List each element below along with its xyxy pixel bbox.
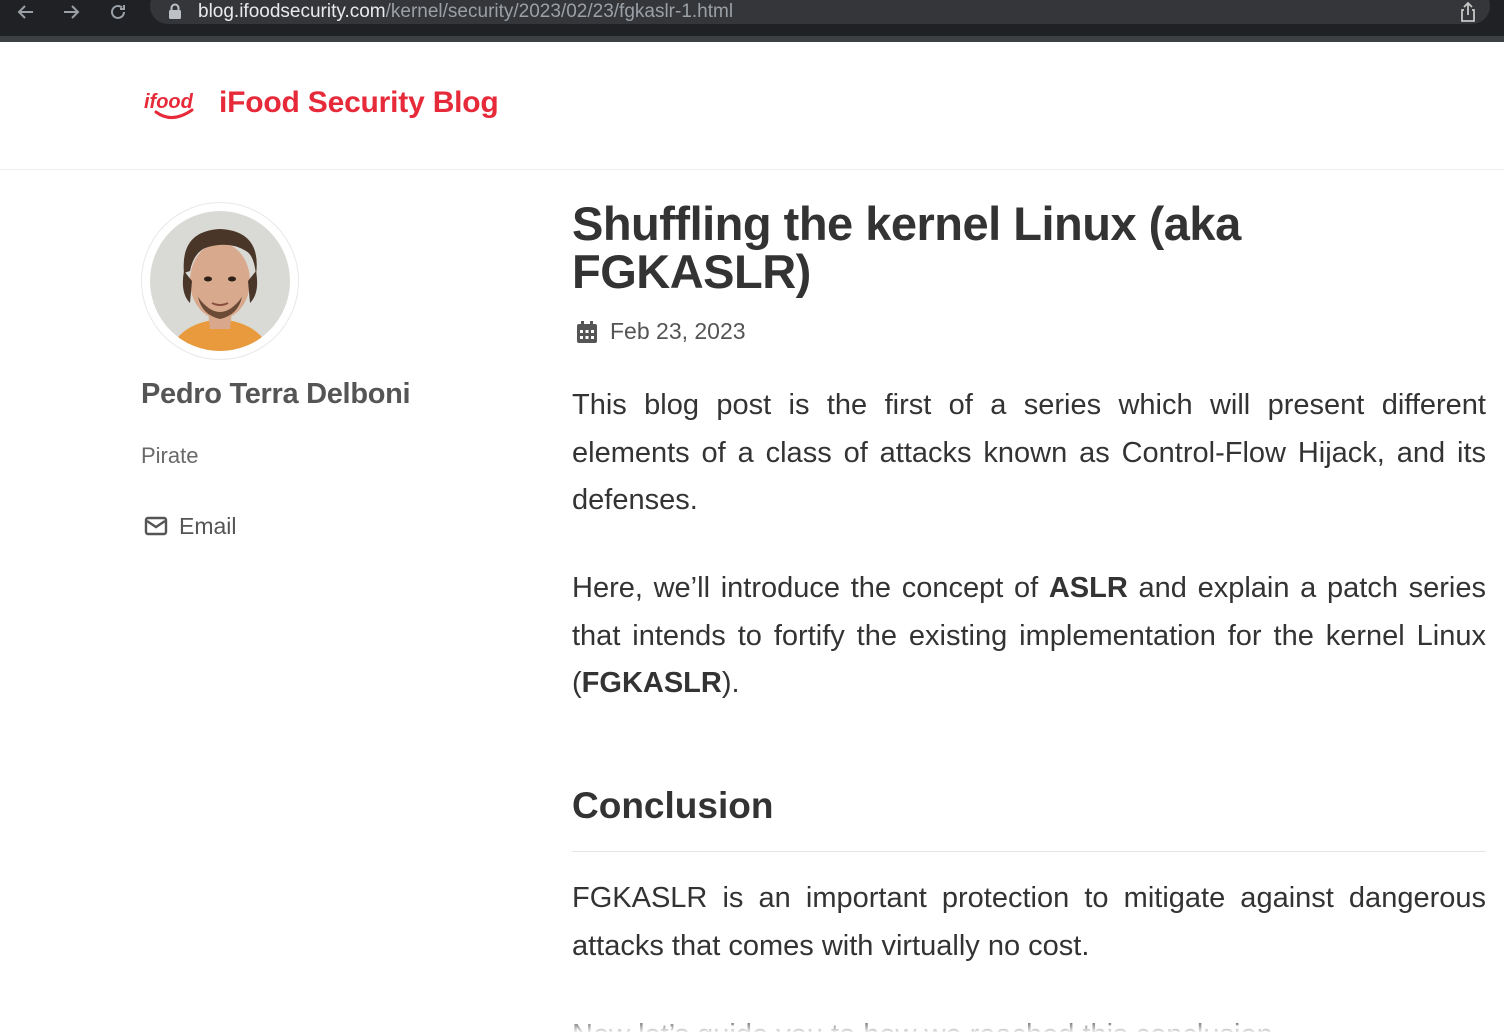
forward-arrow-icon[interactable]	[57, 0, 85, 24]
post-date: Feb 23, 2023	[572, 318, 746, 345]
email-label: Email	[179, 512, 237, 539]
browser-toolbar: blog.ifoodsecurity.com/kernel/security/2…	[0, 0, 1504, 42]
post-title: Shuffling the kernel Linux (aka FGKASLR)	[572, 197, 1241, 298]
ifood-logo[interactable]: ifood	[142, 88, 204, 124]
fgkaslr-term: FGKASLR	[581, 667, 722, 699]
reload-icon[interactable]	[104, 0, 132, 24]
conclusion-heading: Conclusion	[572, 785, 774, 826]
calendar-icon	[577, 320, 597, 343]
heading-divider	[572, 851, 1486, 852]
url-text[interactable]: blog.ifoodsecurity.com/kernel/security/2…	[198, 0, 733, 24]
author-avatar	[150, 211, 290, 351]
avatar-frame	[141, 202, 299, 360]
url-domain: blog.ifoodsecurity.com	[198, 1, 386, 22]
conclusion-paragraph: FGKASLR is an important protection to mi…	[572, 882, 1486, 962]
bottom-fade	[0, 1016, 1504, 1032]
share-icon[interactable]	[1456, 0, 1480, 24]
post-article: Shuffling the kernel Linux (aka FGKASLR)…	[572, 197, 1486, 1032]
back-arrow-icon[interactable]	[12, 0, 40, 24]
intro-paragraph: This blog post is the first of a series …	[572, 389, 1486, 516]
envelope-icon	[144, 516, 168, 536]
author-bio: Pirate	[141, 443, 199, 468]
post-date-text: Feb 23, 2023	[610, 318, 746, 344]
site-title-link[interactable]: iFood Security Blog	[219, 86, 499, 120]
site-header: ifood iFood Security Blog	[0, 42, 1504, 170]
aslr-term: ASLR	[1048, 572, 1128, 604]
email-link[interactable]: Email	[141, 512, 237, 540]
logo-text: ifood	[144, 91, 194, 113]
aslr-paragraph: Here, we’ll introduce the concept of ASL…	[572, 565, 1486, 708]
url-path: /kernel/security/2023/02/23/fgkaslr-1.ht…	[385, 1, 734, 22]
p2-text-1: Here, we’ll introduce the concept of	[572, 572, 1049, 604]
p2-text-3: ).	[721, 667, 740, 699]
author-name: Pedro Terra Delboni	[141, 378, 411, 410]
lock-icon[interactable]	[168, 3, 182, 19]
